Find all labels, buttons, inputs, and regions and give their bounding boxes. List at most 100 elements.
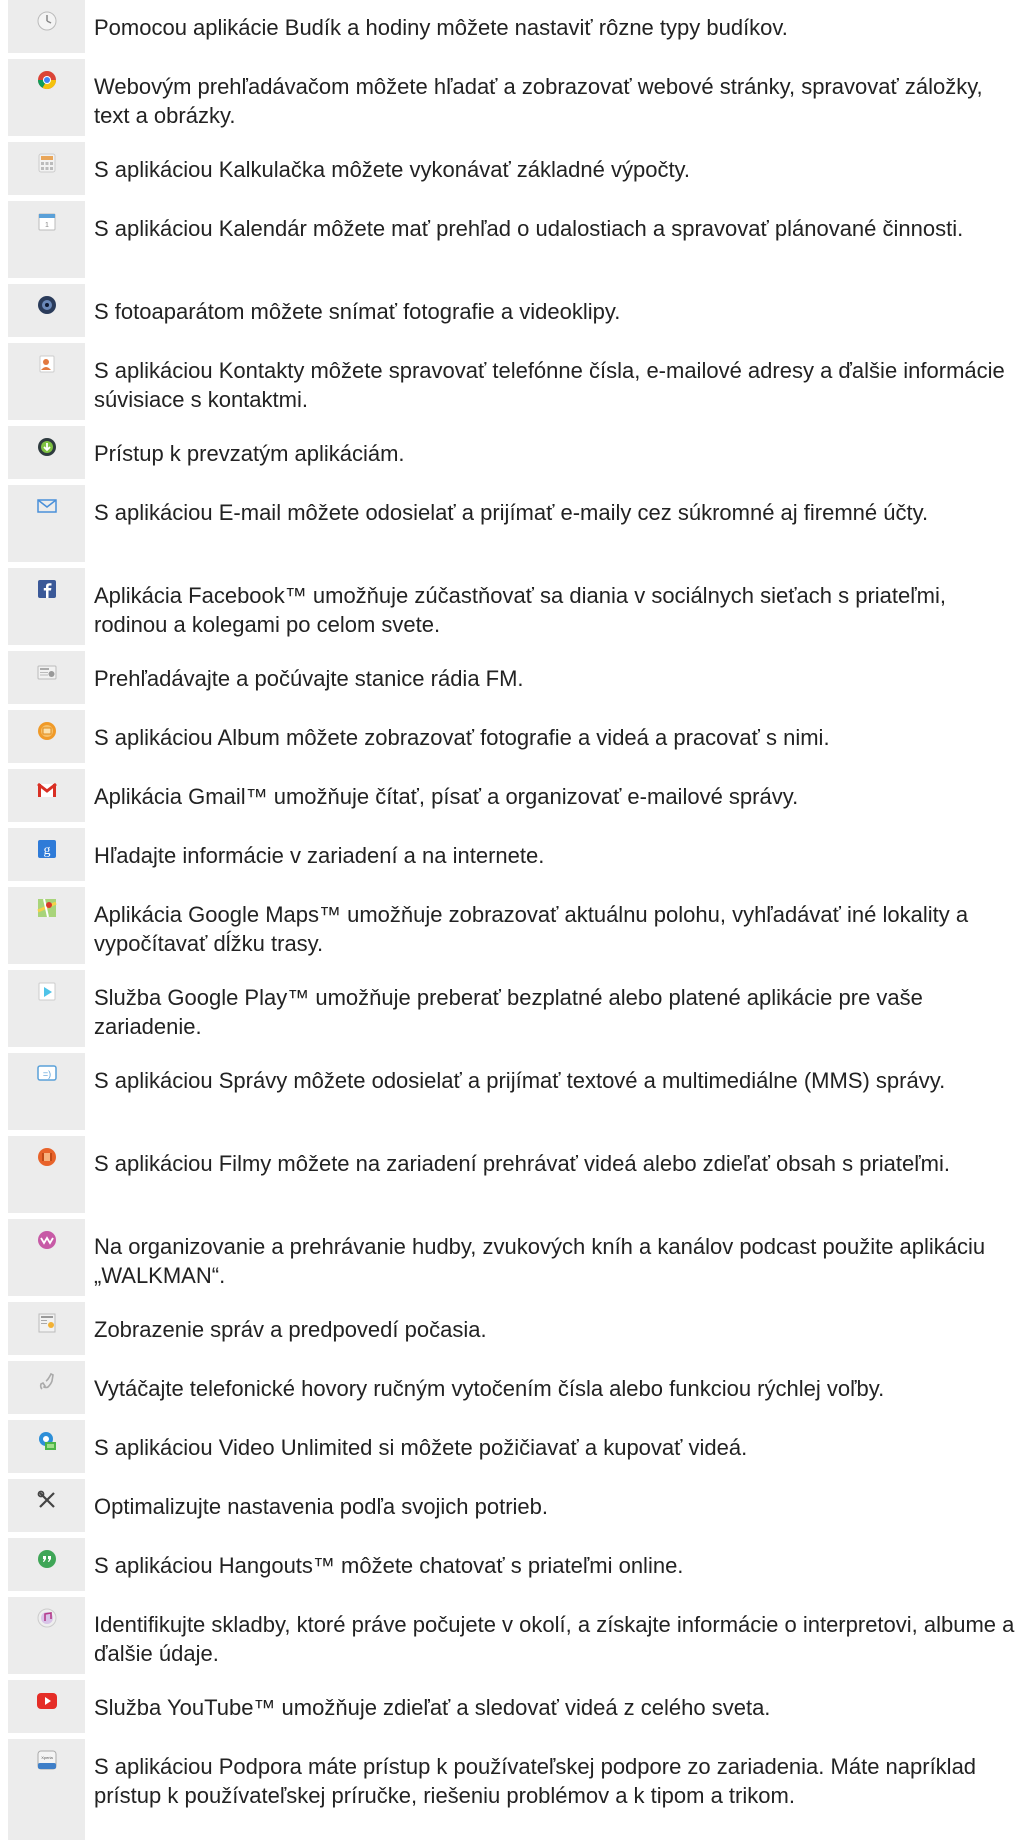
app-description: Prehľadávajte a počúvajte stanice rádia … xyxy=(94,666,524,691)
icon-cell: =) xyxy=(8,1053,85,1130)
icon-cell: 1 xyxy=(8,201,85,278)
icon-cell xyxy=(8,142,85,195)
list-item: 1 S aplikáciou Kalendár môžete mať prehľa… xyxy=(8,201,1021,278)
svg-text:Xperia: Xperia xyxy=(41,1755,53,1760)
app-list: Pomocou aplikácie Budík a hodiny môžete … xyxy=(8,0,1021,1846)
svg-text:1: 1 xyxy=(45,222,49,229)
icon-cell xyxy=(8,426,85,479)
video-unlimited-icon xyxy=(38,1432,56,1450)
list-item: S aplikáciou E-mail môžete odosielať a p… xyxy=(8,485,1021,562)
svg-text:g: g xyxy=(43,843,50,858)
icon-cell xyxy=(8,1302,85,1355)
list-item: S aplikáciou Kalkulačka môžete vykonávať… xyxy=(8,142,1021,195)
icon-cell xyxy=(8,1479,85,1532)
list-item: Na organizovanie a prehrávanie hudby, zv… xyxy=(8,1219,1021,1296)
icon-cell xyxy=(8,0,85,53)
icon-cell xyxy=(8,970,85,1047)
icon-cell xyxy=(8,1219,85,1296)
icon-cell xyxy=(8,343,85,420)
icon-cell: g xyxy=(8,828,85,881)
app-description: Aplikácia Google Maps™ umožňuje zobrazov… xyxy=(94,902,969,956)
google-search-icon: g xyxy=(37,840,56,858)
app-description: S aplikáciou Kontakty môžete spravovať t… xyxy=(94,358,1005,412)
app-description: Vytáčajte telefonické hovory ručným vyto… xyxy=(94,1376,885,1401)
list-item: Pomocou aplikácie Budík a hodiny môžete … xyxy=(8,0,1021,53)
app-description: Webovým prehľadávačom môžete hľadať a zo… xyxy=(94,74,983,128)
icon-cell xyxy=(8,1361,85,1414)
list-item: S aplikáciou Album môžete zobrazovať fot… xyxy=(8,710,1021,763)
app-description: S aplikáciou Album môžete zobrazovať fot… xyxy=(94,725,830,750)
list-item: Aplikácia Google Maps™ umožňuje zobrazov… xyxy=(8,887,1021,964)
messaging-icon: =) xyxy=(36,1065,57,1081)
app-description: S aplikáciou Hangouts™ môžete chatovať s… xyxy=(94,1553,684,1578)
app-description: S aplikáciou Podpora máte prístup k použ… xyxy=(94,1754,977,1808)
app-description: S aplikáciou E-mail môžete odosielať a p… xyxy=(94,500,929,525)
app-description: Aplikácia Facebook™ umožňuje zúčastňovať… xyxy=(94,583,946,637)
app-description: Služba YouTube™ umožňuje zdieľať a sledo… xyxy=(94,1695,771,1720)
google-maps-icon xyxy=(36,898,57,918)
icon-cell xyxy=(8,887,85,964)
list-item: Služba YouTube™ umožňuje zdieľať a sledo… xyxy=(8,1680,1021,1733)
list-item: Prehľadávajte a počúvajte stanice rádia … xyxy=(8,651,1021,704)
google-play-icon xyxy=(38,982,55,1001)
list-item: Xperia S aplikáciou Podpora máte prístup … xyxy=(8,1739,1021,1840)
app-description: Na organizovanie a prehrávanie hudby, zv… xyxy=(94,1234,986,1288)
xperia-care-icon: Xperia xyxy=(37,1750,56,1770)
icon-cell: Xperia xyxy=(8,1739,85,1840)
list-item: Aplikácia Gmail™ umožňuje čítať, písať a… xyxy=(8,769,1021,822)
list-item: S fotoaparátom môžete snímať fotografie … xyxy=(8,284,1021,337)
icon-cell xyxy=(8,485,85,562)
list-item: =) S aplikáciou Správy môžete odosielať a… xyxy=(8,1053,1021,1130)
app-description: S aplikáciou Kalkulačka môžete vykonávať… xyxy=(94,157,691,182)
icon-cell xyxy=(8,1420,85,1473)
icon-cell xyxy=(8,1136,85,1213)
app-description: Hľadajte informácie v zariadení a na int… xyxy=(94,843,545,868)
walkman-icon xyxy=(37,1231,56,1249)
app-description: Identifikujte skladby, ktoré práve počuj… xyxy=(94,1612,1015,1666)
app-description: S aplikáciou Video Unlimited si môžete p… xyxy=(94,1435,748,1460)
chrome-browser-icon xyxy=(37,71,56,90)
icon-cell xyxy=(8,769,85,822)
youtube-icon xyxy=(36,1693,57,1709)
list-item: S aplikáciou Video Unlimited si môžete p… xyxy=(8,1420,1021,1473)
app-description: S aplikáciou Kalendár môžete mať prehľad… xyxy=(94,216,964,241)
list-item: Prístup k prevzatým aplikáciám. xyxy=(8,426,1021,479)
list-item: S aplikáciou Hangouts™ môžete chatovať s… xyxy=(8,1538,1021,1591)
movies-icon xyxy=(37,1148,56,1166)
news-weather-icon xyxy=(38,1313,55,1333)
list-item: Optimalizujte nastavenia podľa svojich p… xyxy=(8,1479,1021,1532)
icon-cell xyxy=(8,1538,85,1591)
icon-cell xyxy=(8,59,85,136)
clock-icon xyxy=(37,11,56,31)
icon-cell xyxy=(8,651,85,704)
settings-tools-icon xyxy=(37,1490,55,1508)
fm-radio-icon xyxy=(37,665,56,680)
app-description: Aplikácia Gmail™ umožňuje čítať, písať a… xyxy=(94,784,799,809)
app-description: Prístup k prevzatým aplikáciám. xyxy=(94,441,405,466)
hangouts-icon xyxy=(37,1550,56,1568)
icon-cell xyxy=(8,284,85,337)
list-item: Služba Google Play™ umožňuje preberať be… xyxy=(8,970,1021,1047)
list-item: Vytáčajte telefonické hovory ručným vyto… xyxy=(8,1361,1021,1414)
calendar-icon: 1 xyxy=(38,213,55,231)
trackid-icon xyxy=(37,1608,56,1628)
list-item: g Hľadajte informácie v zariadení a na in… xyxy=(8,828,1021,881)
app-description: S aplikáciou Filmy môžete na zariadení p… xyxy=(94,1151,950,1176)
app-description: S fotoaparátom môžete snímať fotografie … xyxy=(94,299,621,324)
calculator-icon xyxy=(38,153,55,173)
facebook-icon xyxy=(37,580,56,598)
list-item: Identifikujte skladby, ktoré práve počuj… xyxy=(8,1597,1021,1674)
app-description: Optimalizujte nastavenia podľa svojich p… xyxy=(94,1494,548,1519)
app-description: Služba Google Play™ umožňuje preberať be… xyxy=(94,985,923,1039)
email-icon xyxy=(36,499,57,513)
icon-cell xyxy=(8,1680,85,1733)
list-item: S aplikáciou Filmy môžete na zariadení p… xyxy=(8,1136,1021,1213)
album-icon xyxy=(37,722,56,740)
camera-icon xyxy=(37,296,56,314)
app-description: Pomocou aplikácie Budík a hodiny môžete … xyxy=(94,15,788,40)
list-item: Webovým prehľadávačom môžete hľadať a zo… xyxy=(8,59,1021,136)
svg-text:=): =) xyxy=(42,1069,50,1079)
list-item: Aplikácia Facebook™ umožňuje zúčastňovať… xyxy=(8,568,1021,645)
app-description: Zobrazenie správ a predpovedí počasia. xyxy=(94,1317,487,1342)
app-description: S aplikáciou Správy môžete odosielať a p… xyxy=(94,1068,946,1093)
